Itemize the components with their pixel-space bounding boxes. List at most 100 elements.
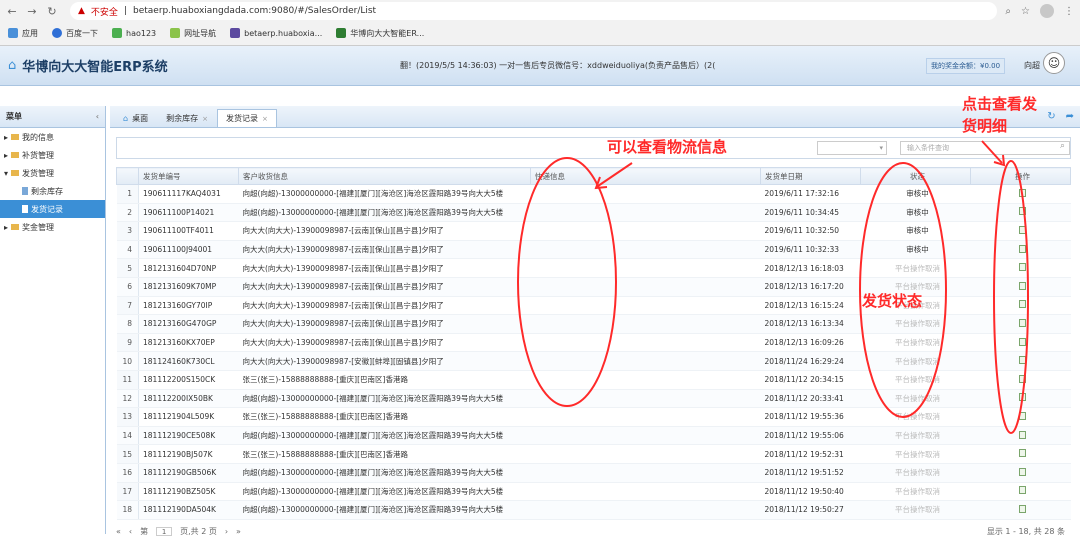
- action-cell[interactable]: [970, 351, 1071, 371]
- sidebar-item-restock[interactable]: ▸ 补货管理: [0, 146, 105, 164]
- table-row[interactable]: 14 181112190CE508K 向超(向超)-13000000000-[福建]…: [116, 426, 1071, 446]
- sidebar-item-bonus[interactable]: ▸ 奖金管理: [0, 218, 105, 236]
- star-icon[interactable]: ☆: [1021, 6, 1030, 17]
- bonus-balance-badge[interactable]: 我的奖金余额：¥0.00: [926, 58, 1006, 74]
- view-detail-icon[interactable]: [1019, 356, 1026, 365]
- action-cell[interactable]: [970, 482, 1071, 502]
- view-detail-icon[interactable]: [1019, 393, 1026, 402]
- bookmark-baidu[interactable]: 百度一下: [52, 28, 98, 39]
- user-avatar[interactable]: ☺: [1043, 52, 1065, 74]
- address-bar[interactable]: ▲ 不安全 | betaerp.huaboxiangdada.com:9080/…: [70, 2, 998, 20]
- action-cell[interactable]: [970, 500, 1071, 520]
- sidebar-item-shipping-records[interactable]: 发货记录: [0, 200, 105, 218]
- table-row[interactable]: 16 181112190GB506K 向超(向超)-13000000000-[福建]…: [116, 463, 1071, 483]
- col-customer-info[interactable]: 客户收货信息: [238, 167, 531, 185]
- close-icon[interactable]: ×: [202, 115, 208, 123]
- table-row[interactable]: 15 181112190BJ507K 张三(张三)-15888888888-[重庆]…: [116, 444, 1071, 464]
- view-detail-icon[interactable]: [1019, 449, 1026, 458]
- view-detail-icon[interactable]: [1019, 188, 1026, 197]
- view-detail-icon[interactable]: [1019, 300, 1026, 309]
- sidebar-item-shipping[interactable]: ▾ 发货管理: [0, 164, 105, 182]
- table-row[interactable]: 3 190611100TF4011 向大大(向大大)-13900098987-[云南…: [116, 221, 1071, 241]
- view-detail-icon[interactable]: [1019, 244, 1026, 253]
- prev-page-icon[interactable]: ‹: [129, 527, 132, 536]
- sidebar-item-my-info[interactable]: ▸ 我的信息: [0, 128, 105, 146]
- tab-remaining-stock[interactable]: 剩余库存 ×: [157, 109, 217, 127]
- action-cell[interactable]: [970, 407, 1071, 427]
- search-icon[interactable]: ⌕: [1060, 141, 1065, 151]
- table-row[interactable]: 13 1811121904L509K 张三(张三)-15888888888-[重庆]…: [116, 407, 1071, 427]
- home-icon[interactable]: ⌂: [8, 58, 16, 73]
- collapse-sidebar-icon[interactable]: ‹: [96, 112, 99, 121]
- view-detail-icon[interactable]: [1019, 281, 1026, 290]
- table-row[interactable]: 18 181112190DA504K 向超(向超)-13000000000-[福建]…: [116, 500, 1071, 520]
- next-page-icon[interactable]: ›: [225, 527, 228, 536]
- action-cell[interactable]: [970, 240, 1071, 260]
- action-cell[interactable]: [970, 221, 1071, 241]
- zoom-icon[interactable]: ⌕: [1005, 6, 1011, 17]
- action-cell[interactable]: [970, 203, 1071, 223]
- table-row[interactable]: 8 181213160G470GP 向大大(向大大)-13900098987-[云南…: [116, 314, 1071, 334]
- view-detail-icon[interactable]: [1019, 337, 1026, 346]
- col-date[interactable]: 发货单日期: [760, 167, 861, 185]
- view-detail-icon[interactable]: [1019, 225, 1026, 234]
- action-cell[interactable]: [970, 333, 1071, 353]
- view-detail-icon[interactable]: [1019, 504, 1026, 513]
- action-cell[interactable]: [970, 444, 1071, 464]
- view-detail-icon[interactable]: [1019, 374, 1026, 383]
- table-row[interactable]: 9 181213160KX70EP 向大大(向大大)-13900098987-[云南…: [116, 333, 1071, 353]
- table-row[interactable]: 5 1812131604D70NP 向大大(向大大)-13900098987-[云南…: [116, 258, 1071, 278]
- view-detail-icon[interactable]: [1019, 467, 1026, 476]
- action-cell[interactable]: [970, 277, 1071, 297]
- view-detail-icon[interactable]: [1019, 486, 1026, 495]
- bookmark-apps[interactable]: 应用: [8, 28, 38, 39]
- reload-icon[interactable]: ↻: [46, 5, 58, 18]
- action-cell[interactable]: [970, 463, 1071, 483]
- tab-shipping-records[interactable]: 发货记录 ×: [216, 109, 277, 127]
- view-detail-icon[interactable]: [1019, 318, 1026, 327]
- search-input[interactable]: 输入条件查询: [900, 141, 1070, 155]
- table-row[interactable]: 7 181213160GY70IP 向大大(向大大)-13900098987-[云南…: [116, 296, 1071, 316]
- action-cell[interactable]: [970, 426, 1071, 446]
- action-cell[interactable]: [970, 184, 1071, 204]
- forward-arrow-icon[interactable]: →: [26, 5, 38, 18]
- last-page-icon[interactable]: »: [236, 527, 241, 536]
- table-row[interactable]: 17 181112190BZ505K 向超(向超)-13000000000-[福建]…: [116, 482, 1071, 502]
- view-detail-icon[interactable]: [1019, 263, 1026, 272]
- col-status[interactable]: 状态: [860, 167, 971, 185]
- action-cell[interactable]: [970, 389, 1071, 409]
- view-detail-icon[interactable]: [1019, 430, 1026, 439]
- refresh-icon[interactable]: ↻: [1047, 111, 1055, 122]
- view-detail-icon[interactable]: [1019, 411, 1026, 420]
- back-arrow-icon[interactable]: ←: [6, 5, 18, 18]
- action-cell[interactable]: [970, 314, 1071, 334]
- view-detail-icon[interactable]: [1019, 207, 1026, 216]
- bookmark-hao123[interactable]: hao123: [112, 28, 156, 38]
- user-name[interactable]: 向超: [1024, 60, 1040, 71]
- table-row[interactable]: 10 181124160K730CL 向大大(向大大)-13900098987-[安…: [116, 351, 1071, 371]
- close-icon[interactable]: ×: [262, 115, 268, 123]
- col-express-info[interactable]: 快递信息: [530, 167, 761, 185]
- table-row[interactable]: 4 190611100J94001 向大大(向大大)-13900098987-[云南…: [116, 240, 1071, 260]
- filter-dropdown[interactable]: ▾: [817, 141, 887, 155]
- table-row[interactable]: 11 181112200S150CK 张三(张三)-15888888888-[重庆]…: [116, 370, 1071, 390]
- action-cell[interactable]: [970, 258, 1071, 278]
- table-row[interactable]: 12 181112200IX50BK 向超(向超)-13000000000-[福建]…: [116, 389, 1071, 409]
- sidebar-item-remaining-stock[interactable]: 剩余库存: [0, 182, 105, 200]
- share-icon[interactable]: ➦: [1066, 111, 1074, 122]
- bookmark-nav[interactable]: 网址导航: [170, 28, 216, 39]
- table-row[interactable]: 1 190611117KAQ4031 向超(向超)-13000000000-[福建]…: [116, 184, 1071, 204]
- first-page-icon[interactable]: «: [116, 527, 121, 536]
- bookmark-huabo[interactable]: 华博向大大智能ER...: [336, 28, 424, 39]
- url-text[interactable]: betaerp.huaboxiangdada.com:9080/#/SalesO…: [133, 6, 376, 16]
- action-cell[interactable]: [970, 370, 1071, 390]
- menu-dots-icon[interactable]: ⋮: [1064, 6, 1074, 17]
- tab-desktop[interactable]: ⌂ 桌面: [114, 109, 157, 127]
- table-row[interactable]: 2 190611100P14021 向超(向超)-13000000000-[福建][…: [116, 203, 1071, 223]
- action-cell[interactable]: [970, 296, 1071, 316]
- bookmark-betaerp[interactable]: betaerp.huaboxia...: [230, 28, 322, 38]
- profile-avatar[interactable]: [1040, 4, 1054, 18]
- col-order-id[interactable]: 发货单编号: [138, 167, 239, 185]
- page-input[interactable]: 1: [156, 526, 173, 536]
- table-row[interactable]: 6 1812131609K70MP 向大大(向大大)-13900098987-[云南…: [116, 277, 1071, 297]
